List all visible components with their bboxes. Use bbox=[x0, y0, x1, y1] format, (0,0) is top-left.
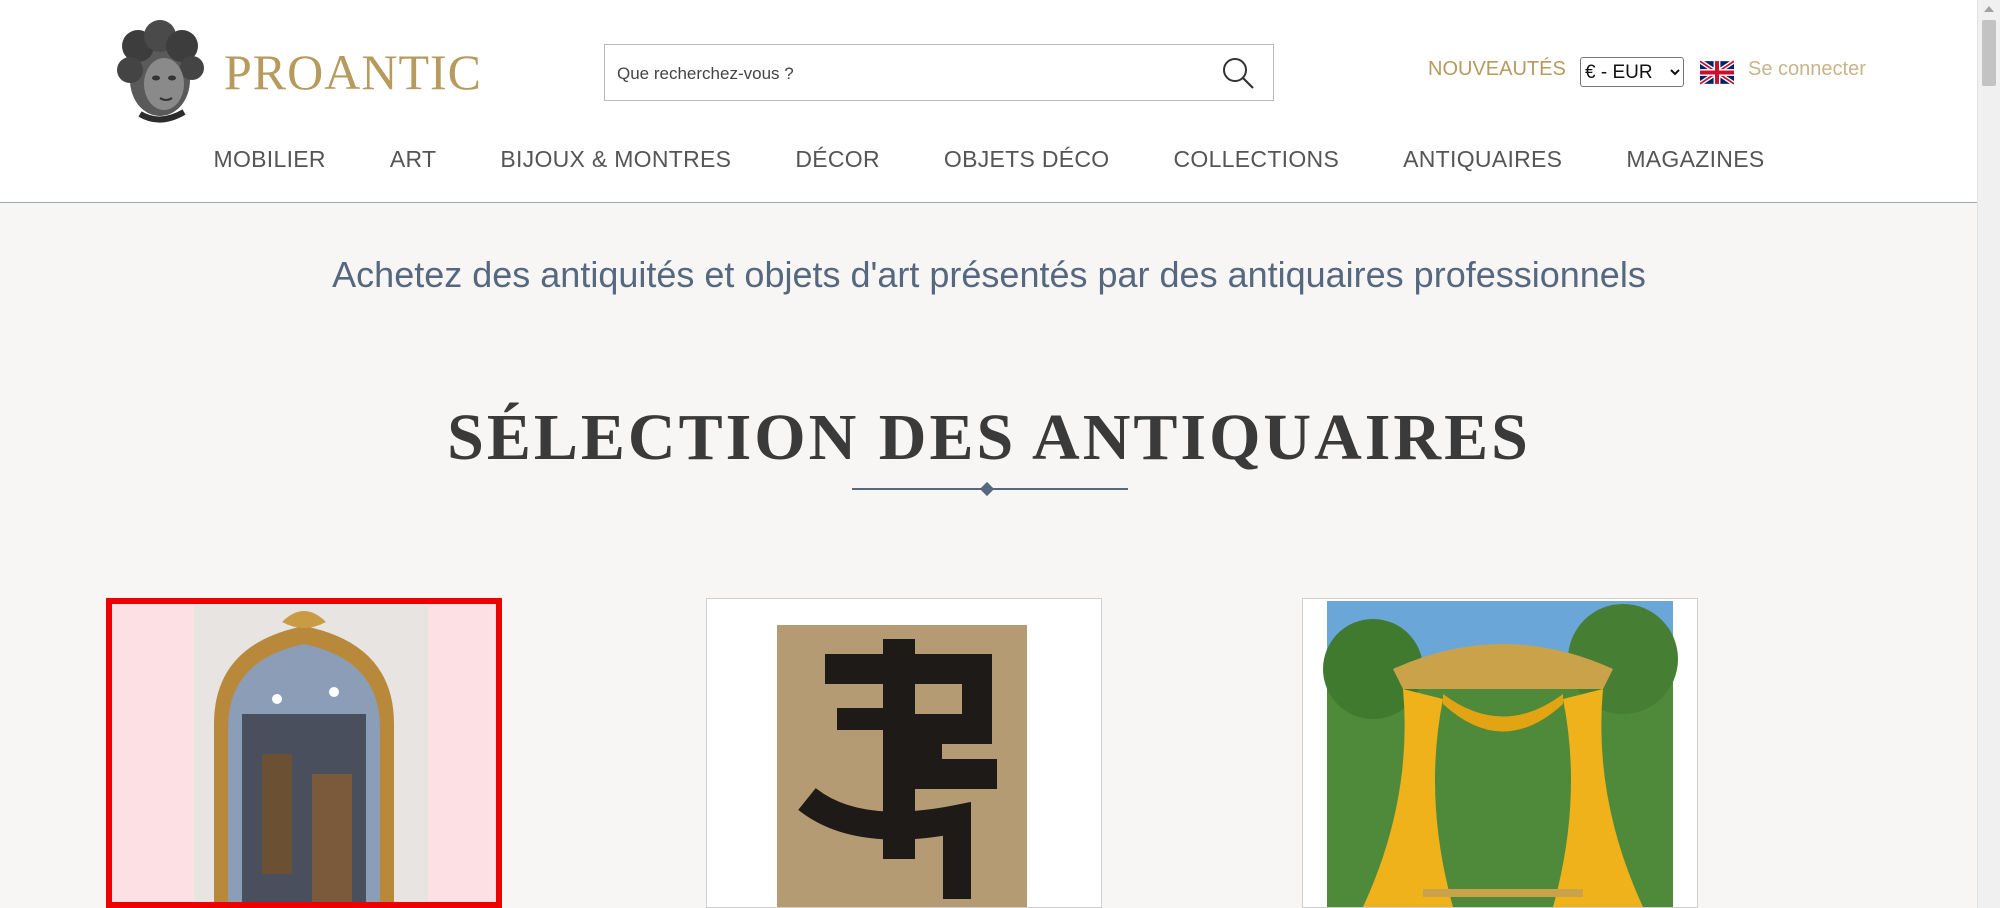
page-scrollbar[interactable] bbox=[1977, 0, 2000, 908]
main-nav: MOBILIER ART BIJOUX & MONTRES DÉCOR OBJE… bbox=[0, 146, 1978, 180]
search-input[interactable] bbox=[615, 45, 1199, 102]
nav-item-antiquaires[interactable]: ANTIQUAIRES bbox=[1371, 146, 1594, 180]
nav-item-magazines[interactable]: MAGAZINES bbox=[1594, 146, 1796, 180]
search-button[interactable] bbox=[1203, 45, 1273, 100]
nav-item-art[interactable]: ART bbox=[358, 146, 469, 180]
nav-item-mobilier[interactable]: MOBILIER bbox=[182, 146, 358, 180]
product-card-mirror[interactable] bbox=[106, 598, 502, 908]
product-image-canopy bbox=[1303, 599, 1697, 907]
search-box bbox=[604, 44, 1274, 102]
nav-item-objets-deco[interactable]: OBJETS DÉCO bbox=[912, 146, 1142, 180]
product-image-mirror bbox=[112, 604, 496, 902]
nav-item-collections[interactable]: COLLECTIONS bbox=[1141, 146, 1371, 180]
nav-item-bijoux-montres[interactable]: BIJOUX & MONTRES bbox=[468, 146, 763, 180]
scroll-up-arrow-icon[interactable] bbox=[1984, 6, 1994, 12]
product-image-calligraphy bbox=[707, 599, 1101, 907]
brand-name: PROANTIC bbox=[224, 44, 483, 100]
new-arrivals-link[interactable]: NOUVEAUTÉS bbox=[1428, 58, 1566, 81]
currency-select[interactable]: € - EUR bbox=[1580, 57, 1684, 87]
site-header: PROANTIC NOUVEAUTÉS € - EUR Se connecter… bbox=[0, 0, 1978, 203]
title-divider-ornament bbox=[979, 481, 995, 497]
product-card-calligraphy[interactable] bbox=[706, 598, 1102, 908]
signin-link[interactable]: Se connecter bbox=[1748, 58, 1866, 81]
section-title: SÉLECTION DES ANTIQUAIRES bbox=[447, 401, 1531, 474]
search-icon bbox=[1223, 57, 1254, 89]
hero-tagline: Achetez des antiquités et objets d'art p… bbox=[332, 254, 1646, 295]
nav-item-decor[interactable]: DÉCOR bbox=[763, 146, 912, 180]
cherub-head-icon bbox=[117, 20, 204, 123]
site-logo[interactable]: PROANTIC bbox=[110, 18, 482, 126]
uk-flag-icon[interactable] bbox=[1700, 60, 1734, 85]
product-card-canopy[interactable] bbox=[1302, 598, 1698, 908]
scrollbar-thumb[interactable] bbox=[1982, 20, 1996, 86]
